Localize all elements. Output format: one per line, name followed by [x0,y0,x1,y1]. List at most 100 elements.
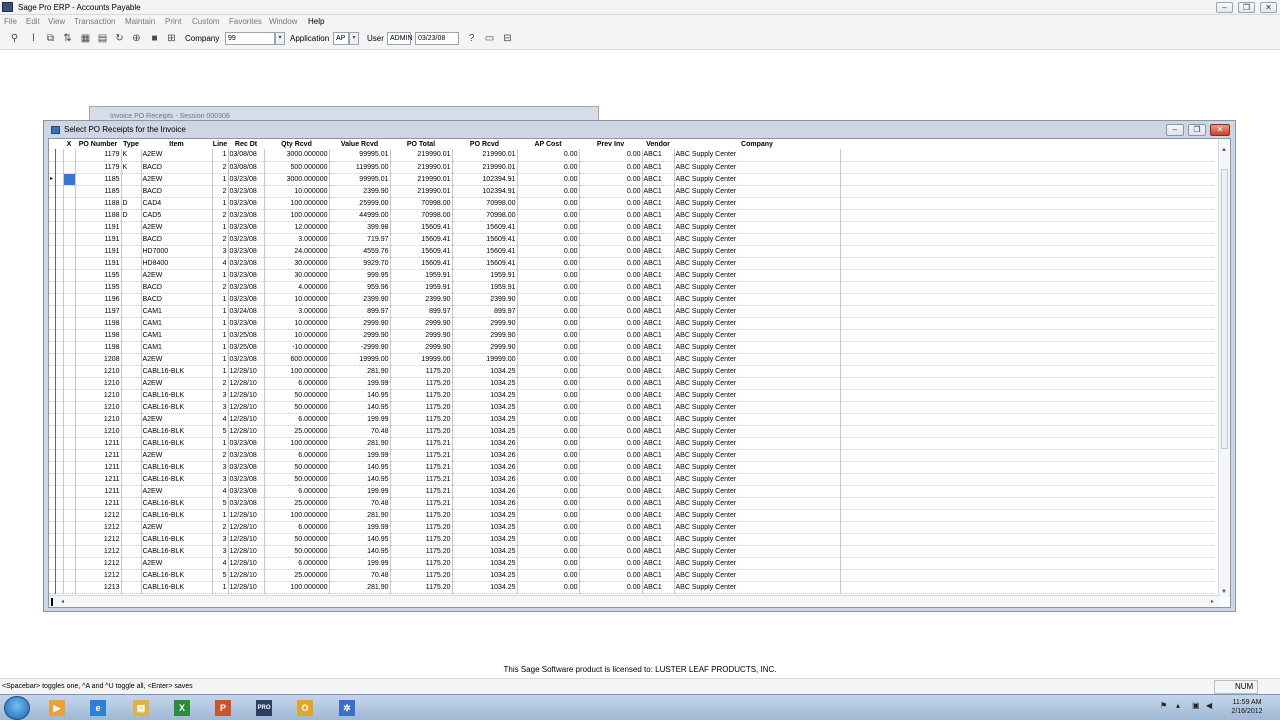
tray-flag-icon[interactable]: ⚑ [1160,701,1167,710]
select-cell[interactable] [63,221,76,234]
po-total-header[interactable]: PO Total [390,139,452,149]
row-selector[interactable] [55,353,64,366]
zoom-icon[interactable]: ⊕ [130,32,143,45]
row-selector[interactable] [55,521,64,534]
table-row[interactable]: 1198 CAM1 1 03/23/08 10.000000 2999.90 2999.90… [49,317,1214,330]
row-selector[interactable] [55,449,64,462]
select-cell[interactable] [63,473,76,486]
row-selector[interactable] [55,245,64,258]
select-cell[interactable] [63,365,76,378]
row-selector[interactable] [55,281,64,294]
menu-custom[interactable]: Custom [192,17,220,26]
row-selector[interactable] [55,413,64,426]
select-cell[interactable] [63,257,76,270]
row-selector[interactable] [55,377,64,390]
select-cell[interactable] [63,509,76,522]
row-selector[interactable] [55,173,64,186]
select-cell[interactable] [63,425,76,438]
row-selector[interactable] [55,569,64,582]
table-row[interactable]: 1211 CABL16-BLK 1 03/23/08 100.000000 281.90 1… [49,437,1214,450]
notes-icon[interactable]: ▭ [483,32,496,45]
taskbar-app-internet-explorer[interactable]: e [81,697,115,719]
table-row[interactable]: 1195 A2EW 1 03/23/08 30.000000 999.95 1959.91 1… [49,269,1214,282]
row-selector[interactable] [55,485,64,498]
company-field[interactable]: 99 [225,32,275,45]
select-cell[interactable] [63,569,76,582]
table-row[interactable]: 1212 CABL16-BLK 3 12/28/10 50.000000 140.95 11… [49,545,1214,558]
table-row[interactable]: 1198 CAM1 1 03/25/08 10.000000 2999.90 2999.90… [49,329,1214,342]
select-cell[interactable] [63,401,76,414]
po-rcvd-header[interactable]: PO Rcvd [452,139,517,149]
item-header[interactable]: Item [141,139,212,149]
refresh-icon[interactable]: ↻ [113,32,126,45]
line-header[interactable]: Line [212,139,228,149]
tray-volume-icon[interactable]: ◀ [1206,701,1212,710]
table-row[interactable]: 1191 A2EW 1 03/23/08 12.000000 399.98 15609.41… [49,221,1214,234]
select-cell[interactable] [63,341,76,354]
taskbar-app-sage-pro[interactable]: PRO [247,697,281,719]
select-cell[interactable] [63,161,76,174]
po-number-header[interactable]: PO Number [75,139,121,149]
select-cell[interactable] [63,437,76,450]
taskbar-app-file-explorer[interactable]: ▤ [124,697,158,719]
row-selector[interactable] [55,389,64,402]
type-header[interactable]: Type [121,139,141,149]
select-cell[interactable] [63,353,76,366]
table-row[interactable]: ▸ 1185 A2EW 1 03/23/08 3000.000000 99995.01 219… [49,173,1214,186]
table-row[interactable]: 1191 BACD 2 03/23/08 3.000000 719.97 15609.41 1… [49,233,1214,246]
row-selector[interactable] [55,581,64,594]
menu-help[interactable]: Help [308,17,324,26]
report-icon[interactable]: ▦ [79,32,92,45]
menu-file[interactable]: File [4,17,17,26]
select-cell[interactable] [63,317,76,330]
table-row[interactable]: 1213 CABL16-BLK 1 12/28/10 100.000000 281.90 1… [49,581,1214,594]
table-row[interactable]: 1188 D CAD4 1 03/23/08 100.000000 25999.00 7099… [49,197,1214,210]
ap-cost-header[interactable]: AP Cost [517,139,579,149]
x-header[interactable]: X [63,139,75,149]
table-row[interactable]: 1198 CAM1 1 03/25/08 -10.000000 -2999.90 2999.… [49,341,1214,354]
row-selector[interactable] [55,365,64,378]
select-cell[interactable] [63,197,76,210]
table-row[interactable]: 1210 CABL16-BLK 3 12/28/10 50.000000 140.95 11… [49,389,1214,402]
tray-arrow-icon[interactable]: ▴ [1176,701,1180,710]
user-field[interactable]: ADMIN [387,32,413,45]
scroll-right-icon[interactable]: ▸ [1211,598,1214,605]
table-row[interactable]: 1196 BACD 1 03/23/08 10.000000 2399.90 2399.90… [49,293,1214,306]
minimize-button[interactable]: – [1216,2,1233,13]
select-cell[interactable] [63,581,76,594]
row-selector[interactable] [55,437,64,450]
table-row[interactable]: 1212 A2EW 4 12/28/10 6.000000 199.99 1175.20 10… [49,557,1214,570]
horizontal-scroll-thumb[interactable] [51,598,53,606]
table-row[interactable]: 1212 CABL16-BLK 5 12/28/10 25.000000 70.48 117… [49,569,1214,582]
table-row[interactable]: 1185 BACD 2 03/23/08 10.000000 2399.90 219990.… [49,185,1214,198]
select-cell[interactable] [63,269,76,282]
select-cell[interactable] [63,233,76,246]
table-row[interactable]: 1212 CABL16-BLK 1 12/28/10 100.000000 281.90 1… [49,509,1214,522]
row-selector[interactable] [55,269,64,282]
select-cell[interactable] [63,149,76,162]
row-selector[interactable] [55,233,64,246]
row-selector[interactable] [55,149,64,162]
search-icon[interactable]: ⚲ [8,32,21,45]
row-selector[interactable] [55,461,64,474]
table-row[interactable]: 1211 A2EW 2 03/23/08 6.000000 199.99 1175.21 10… [49,449,1214,462]
row-selector[interactable] [55,545,64,558]
dialog-minimize-button[interactable]: – [1166,124,1184,136]
select-cell[interactable] [63,209,76,222]
vendor-header[interactable]: Vendor [642,139,674,149]
taskbar-app-powerpoint[interactable]: P [206,697,240,719]
row-selector[interactable] [55,293,64,306]
row-selector[interactable] [55,533,64,546]
select-cell[interactable] [63,389,76,402]
table-row[interactable]: 1212 CABL16-BLK 3 12/28/10 50.000000 140.95 11… [49,533,1214,546]
vertical-scroll-thumb[interactable] [1221,169,1228,449]
select-cell[interactable] [63,245,76,258]
row-selector[interactable] [55,473,64,486]
scroll-down-icon[interactable]: ▼ [1221,589,1227,595]
row-selector[interactable] [55,509,64,522]
table-row[interactable]: 1210 A2EW 2 12/28/10 6.000000 199.99 1175.20 10… [49,377,1214,390]
select-cell[interactable] [63,377,76,390]
row-selector[interactable] [55,425,64,438]
select-cell[interactable] [63,413,76,426]
select-cell[interactable] [63,185,76,198]
